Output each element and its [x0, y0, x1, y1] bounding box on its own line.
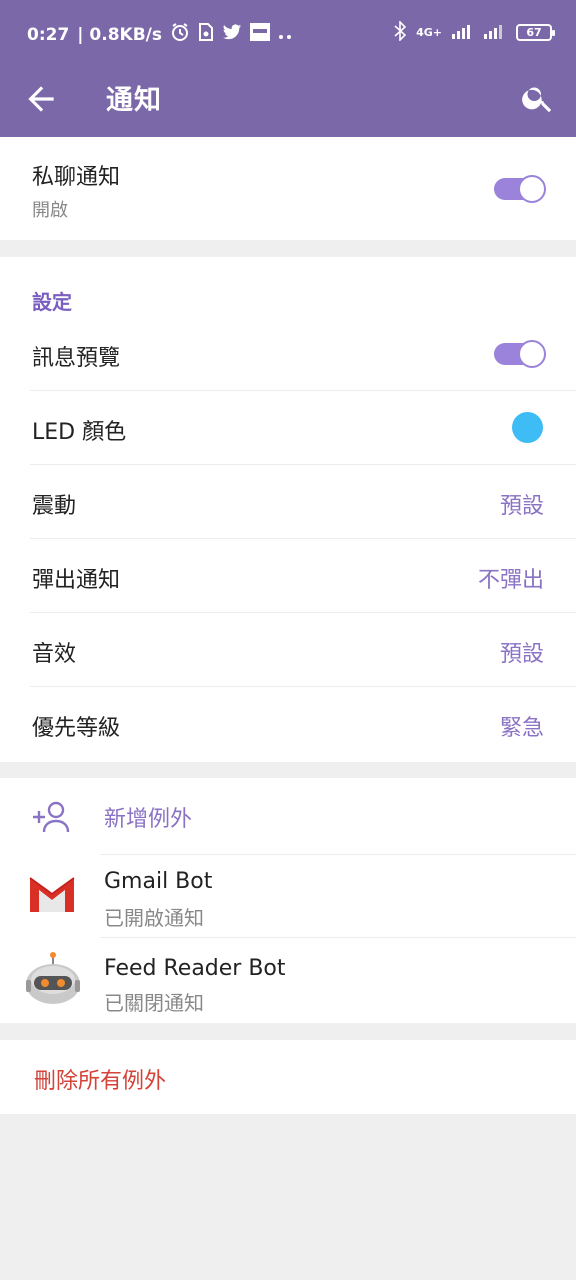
delete-all-exceptions-button[interactable]: 刪除所有例外: [0, 1040, 576, 1114]
priority-value: 緊急: [499, 716, 544, 741]
exception-name: Gmail Bot: [104, 869, 213, 894]
status-left: 0:27 | 0.8KB/s: [27, 22, 292, 47]
vibrate-value: 預設: [499, 494, 544, 519]
add-exception-label: 新增例外: [104, 807, 193, 832]
exception-item-feed-reader[interactable]: Feed Reader Bot 已關閉通知: [0, 938, 576, 1023]
led-color-swatch: [512, 412, 543, 443]
bluetooth-icon: [394, 20, 407, 44]
priority-label: 優先等級: [32, 716, 121, 741]
status-bar: 0:27 | 0.8KB/s 4G+ 67: [0, 0, 576, 68]
sound-row[interactable]: 音效 預設: [0, 613, 576, 686]
private-notification-card: 私聊通知 開啟: [0, 137, 576, 240]
search-button[interactable]: [520, 80, 556, 116]
private-notification-toggle[interactable]: [494, 175, 546, 203]
exception-status: 已關閉通知: [104, 991, 204, 1015]
add-user-icon: [31, 800, 71, 838]
settings-card: 設定 訊息預覽 LED 顏色 震動 預設 彈出通知 不彈出 音效 預設 優先等級…: [0, 257, 576, 762]
sim-icon: [198, 23, 214, 46]
message-preview-row[interactable]: 訊息預覽: [0, 323, 576, 390]
toolbar: 通知: [0, 68, 576, 137]
toggle-knob: [518, 340, 546, 368]
message-preview-toggle[interactable]: [494, 340, 546, 368]
private-notification-status: 開啟: [32, 200, 68, 221]
signal-icon-2: [484, 23, 506, 42]
status-right: 4G+ 67: [394, 20, 555, 44]
popup-notification-row[interactable]: 彈出通知 不彈出: [0, 539, 576, 612]
battery-icon: 67: [516, 24, 555, 41]
clock: 0:27: [27, 24, 70, 45]
toggle-knob: [518, 175, 546, 203]
exception-name: Feed Reader Bot: [104, 956, 286, 981]
popup-notification-label: 彈出通知: [32, 568, 121, 593]
sound-label: 音效: [32, 642, 77, 667]
network-type: 4G+: [416, 26, 442, 39]
gmail-icon: [26, 874, 79, 918]
page-title: 通知: [106, 85, 162, 116]
vibrate-row[interactable]: 震動 預設: [0, 465, 576, 538]
settings-section-title: 設定: [32, 290, 72, 314]
popup-notification-value: 不彈出: [477, 568, 544, 593]
more-dots-icon: [278, 25, 292, 45]
delete-all-card: 刪除所有例外: [0, 1040, 576, 1114]
exception-status: 已開啟通知: [104, 906, 204, 930]
signal-icon: [452, 23, 474, 42]
private-notification-label: 私聊通知: [32, 165, 121, 190]
delete-all-exceptions-label: 刪除所有例外: [34, 1069, 167, 1094]
back-button[interactable]: [22, 80, 60, 118]
sound-value: 預設: [499, 642, 544, 667]
exceptions-card: 新增例外 Gmail Bot 已開啟通知 Feed Reader Bot 已關閉…: [0, 778, 576, 1023]
arrow-left-icon: [28, 86, 54, 112]
message-preview-label: 訊息預覽: [32, 346, 121, 371]
search-icon: [522, 87, 552, 113]
robot-avatar-icon: [22, 950, 84, 1014]
add-exception-row[interactable]: 新增例外: [0, 778, 576, 854]
exception-item-gmail[interactable]: Gmail Bot 已開啟通知: [0, 855, 576, 937]
app-icon: [250, 23, 270, 46]
alarm-icon: [170, 22, 190, 47]
led-color-label: LED 顏色: [32, 420, 127, 445]
private-notification-row[interactable]: 私聊通知 開啟: [0, 137, 576, 240]
vibrate-label: 震動: [32, 494, 77, 519]
led-color-row[interactable]: LED 顏色: [0, 391, 576, 464]
network-speed: | 0.8KB/s: [77, 24, 162, 45]
priority-row[interactable]: 優先等級 緊急: [0, 687, 576, 762]
twitter-icon: [222, 23, 242, 46]
